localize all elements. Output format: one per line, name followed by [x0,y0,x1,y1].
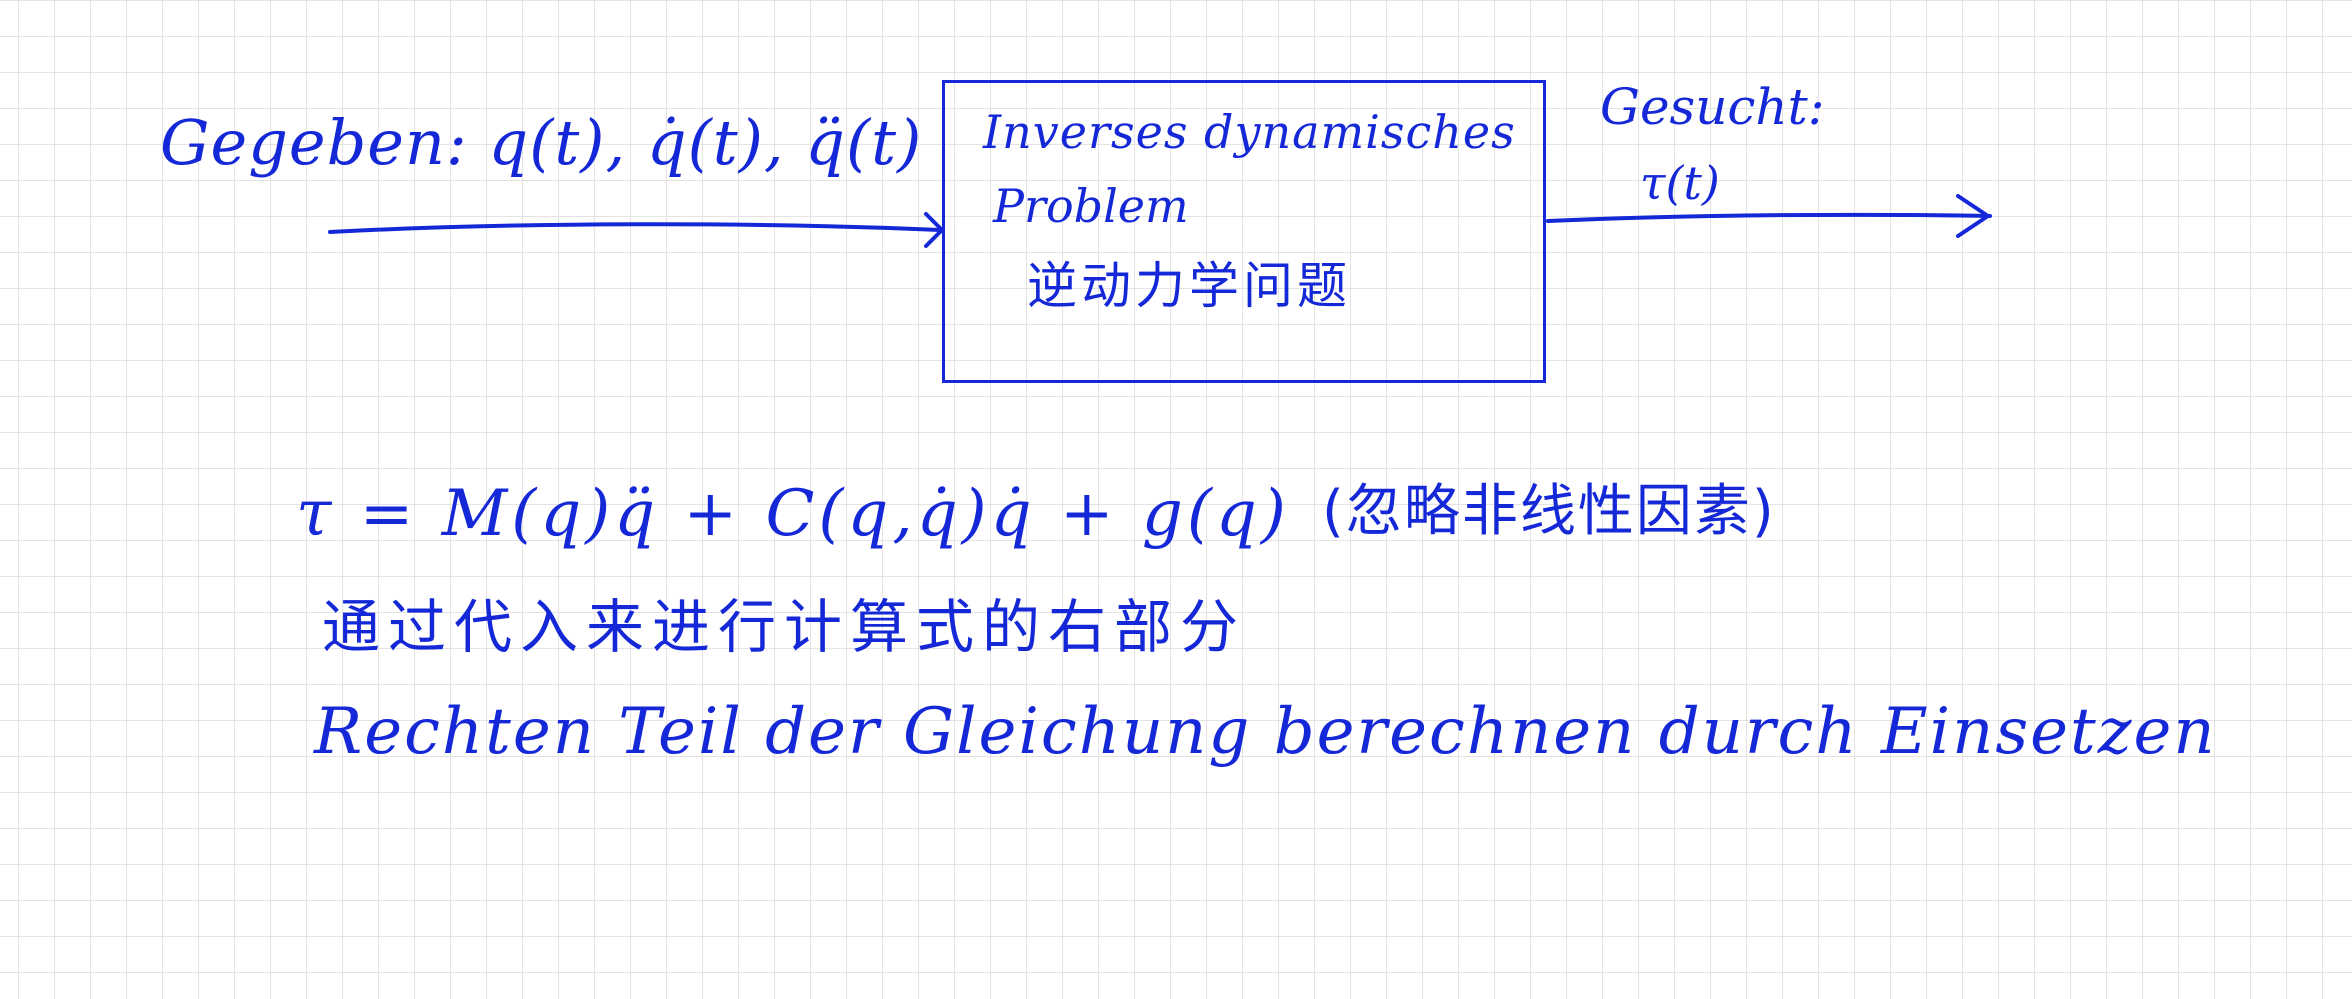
box-title-line2: Problem [993,179,1189,233]
input-arrow [328,222,942,234]
output-arrow [1546,212,1992,223]
explanation-chinese: 通过代入来进行计算式的右部分 [322,593,1247,661]
box-title-line1: Inverses dynamisches [983,105,1516,159]
box-title-chinese: 逆动力学问题 [1027,257,1351,315]
explanation-german: Rechten Teil der Gleichung berechnen dur… [314,695,2217,769]
given-label: Gegeben: q(t), q̇(t), q̈(t) [160,106,923,179]
sought-label: Gesucht: [1600,78,1825,136]
dynamics-equation: τ = M(q)q̈ + C(q,q̇)q̇ + g(q) [296,477,1290,551]
sought-value: τ(t) [1640,156,1720,210]
inverse-dynamics-box: Inverses dynamisches Problem 逆动力学问题 [942,80,1546,383]
equation-note: (忽略非线性因素) [1322,479,1776,544]
